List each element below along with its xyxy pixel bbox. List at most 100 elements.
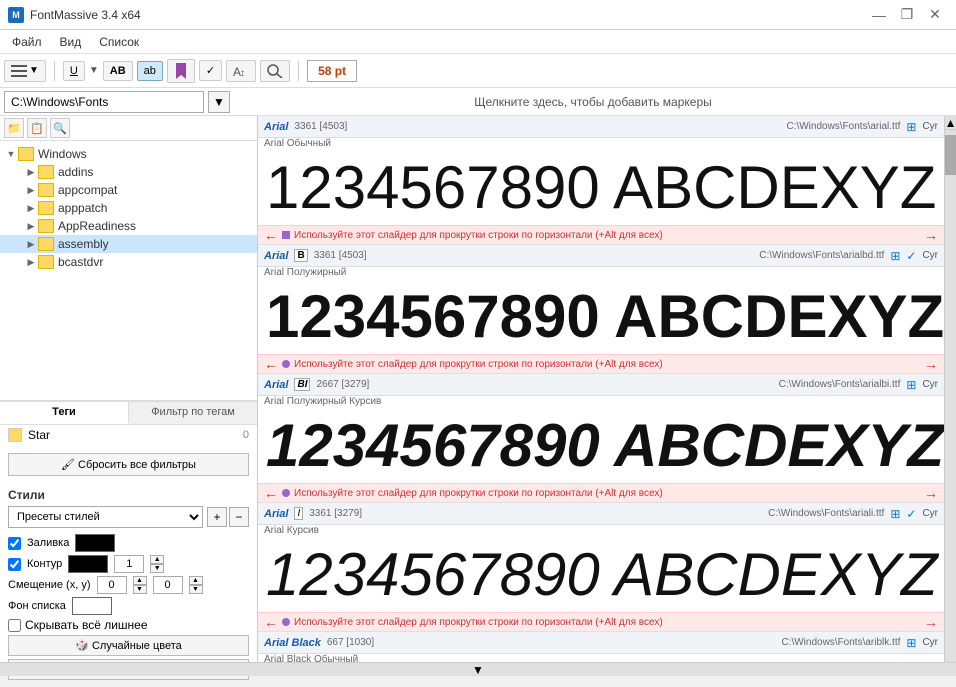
fill-checkbox[interactable] — [8, 537, 21, 550]
toolbar-bookmark-btn[interactable] — [167, 59, 195, 83]
left-panel: 📁 📋 🔍 ▼ Windows ▶ addins ▶ appcompat — [0, 116, 258, 676]
font-badge-arial-bi: BI — [294, 378, 310, 391]
offset-x-up[interactable]: ▲ — [133, 576, 147, 585]
toolbar-ab-lower-btn[interactable]: ab — [137, 61, 163, 81]
slider-arial-italic[interactable]: ← Используйте этот слайдер для прокрутки… — [258, 612, 944, 631]
tree-item-addins[interactable]: ▶ addins — [0, 163, 257, 181]
slider-arial-bi[interactable]: ← Используйте этот слайдер для прокрутки… — [258, 483, 944, 502]
stroke-width-input[interactable] — [114, 555, 144, 573]
tree-expand-assembly[interactable]: ▶ — [24, 237, 38, 251]
tab-filter[interactable]: Фильтр по тегам — [129, 402, 257, 424]
maximize-button[interactable]: ❐ — [894, 5, 920, 25]
font-list[interactable]: Arial 3361 [4503] C:\Windows\Fonts\arial… — [258, 116, 944, 676]
font-count-arial-bold: 3361 [4503] — [314, 250, 367, 261]
hide-label: Скрывать всё лишнее — [25, 618, 148, 632]
offset-y-spinner: ▲ ▼ — [189, 576, 203, 594]
slider-thumb-1[interactable] — [282, 360, 290, 368]
tree-item-appreadiness[interactable]: ▶ AppReadiness — [0, 217, 257, 235]
tree-expand-bcastdvr[interactable]: ▶ — [24, 255, 38, 269]
preset-remove-btn[interactable]: − — [229, 507, 249, 527]
path-dropdown-btn[interactable]: ▼ — [208, 91, 230, 113]
hide-checkbox[interactable] — [8, 619, 21, 632]
check-icon-arial-bold: ✓ — [906, 249, 916, 263]
bg-row: Фон списка — [8, 597, 249, 615]
menu-view[interactable]: Вид — [52, 33, 90, 51]
fill-color-picker[interactable] — [75, 534, 115, 552]
stroke-width-down[interactable]: ▼ — [150, 564, 164, 573]
stroke-row: Контур ▲ ▼ — [8, 555, 249, 573]
star-tag-color — [8, 428, 22, 442]
stroke-checkbox[interactable] — [8, 558, 21, 571]
tree-label-appcompat: appcompat — [58, 183, 117, 197]
offset-x-input[interactable] — [97, 576, 127, 594]
offset-x-down[interactable]: ▼ — [133, 585, 147, 594]
reset-filters-button[interactable]: 🖌 Сбросить все фильтры — [8, 453, 249, 476]
stroke-width-up[interactable]: ▲ — [150, 555, 164, 564]
star-tag-name: Star — [28, 428, 237, 442]
toolbar-menu-btn[interactable]: ▼ — [4, 60, 46, 82]
bg-color-picker[interactable] — [72, 597, 112, 615]
toolbar-font-btn[interactable]: A↕ — [226, 60, 256, 82]
slider-text-2: Используйте этот слайдер для прокрутки с… — [294, 488, 663, 499]
offset-y-input[interactable] — [153, 576, 183, 594]
scroll-down-btn[interactable]: ▼ — [258, 662, 956, 676]
tree-item-windows[interactable]: ▼ Windows — [0, 145, 257, 163]
offset-y-down[interactable]: ▼ — [189, 585, 203, 594]
tree-item-bcastdvr[interactable]: ▶ bcastdvr — [0, 253, 257, 271]
font-preview-arial-normal[interactable]: 1234567890 ABCDEXYZ abc — [258, 151, 944, 225]
tab-tags[interactable]: Теги — [0, 402, 129, 424]
font-list-scrollbar[interactable]: ▲ ▼ — [944, 116, 956, 676]
offset-y-up[interactable]: ▲ — [189, 576, 203, 585]
scroll-thumb[interactable] — [945, 135, 956, 175]
slider-arrow-right-3: → — [924, 614, 938, 630]
preset-select[interactable]: Пресеты стилей — [8, 506, 203, 528]
cyr-label-arial-bi: Сyr — [922, 379, 938, 390]
font-header-arial-bi: Arial BI 2667 [3279] C:\Windows\Fonts\ar… — [258, 374, 944, 396]
font-size-display[interactable]: 58 pt — [307, 60, 357, 82]
header-notice[interactable]: Щелкните здесь, чтобы добавить маркеры — [234, 95, 952, 109]
tree-expand-addins[interactable]: ▶ — [24, 165, 38, 179]
font-preview-arial-italic[interactable]: 1234567890 ABCDEXYZ abc — [258, 538, 944, 612]
slider-arrow-left-3: ← — [264, 614, 278, 630]
tree-icon-3[interactable]: 🔍 — [50, 118, 70, 138]
slider-text-3: Используйте этот слайдер для прокрутки с… — [294, 617, 663, 628]
cyr-label-arial-black: Сyr — [922, 637, 938, 648]
styles-section: Стили Пресеты стилей + − Заливка Контур — [0, 484, 257, 687]
tree-expand-apppatch[interactable]: ▶ — [24, 201, 38, 215]
tree-expand-appreadiness[interactable]: ▶ — [24, 219, 38, 233]
slider-arial-normal[interactable]: ← Используйте этот слайдер для прокрутки… — [258, 225, 944, 244]
slider-thumb-2[interactable] — [282, 489, 290, 497]
toolbar-zoom-btn[interactable] — [260, 60, 290, 82]
minimize-button[interactable]: — — [866, 5, 892, 25]
toolbar-underline-btn[interactable]: U — [63, 61, 85, 81]
preset-add-btn[interactable]: + — [207, 507, 227, 527]
tree-item-apppatch[interactable]: ▶ apppatch — [0, 199, 257, 217]
title-bar: M FontMassive 3.4 x64 — ❐ ✕ — [0, 0, 956, 30]
stroke-label: Контур — [27, 558, 62, 570]
close-button[interactable]: ✕ — [922, 5, 948, 25]
scroll-up-btn[interactable]: ▲ — [945, 116, 956, 130]
win-icon-arial-bi: ⊞ — [906, 378, 916, 392]
tree-item-assembly[interactable]: ▶ assembly — [0, 235, 257, 253]
slider-thumb-3[interactable] — [282, 618, 290, 626]
font-preview-arial-bi[interactable]: 1234567890 ABCDEXYZ abc — [258, 409, 944, 483]
tree-item-appcompat[interactable]: ▶ appcompat — [0, 181, 257, 199]
tree-icon-1[interactable]: 📁 — [4, 118, 24, 138]
toolbar-check-btn[interactable]: ✓ — [199, 60, 222, 81]
font-path-arial-bi: C:\Windows\Fonts\arialbi.ttf — [779, 379, 901, 390]
menu-file[interactable]: Файл — [4, 33, 50, 51]
tree-expand-windows[interactable]: ▼ — [4, 147, 18, 161]
slider-arial-bold[interactable]: ← Используйте этот слайдер для прокрутки… — [258, 354, 944, 373]
random-colors-button[interactable]: 🎲 Случайные цвета — [8, 635, 249, 656]
path-input[interactable] — [4, 91, 204, 113]
slider-thumb-0[interactable] — [282, 231, 290, 239]
file-tree[interactable]: ▼ Windows ▶ addins ▶ appcompat ▶ apppatc… — [0, 141, 257, 401]
toolbar-ab-btn[interactable]: AB — [103, 61, 133, 81]
folder-icon-windows — [18, 147, 34, 161]
font-preview-arial-bold[interactable]: 1234567890 ABCDEXYZ abc — [258, 280, 944, 354]
cyr-label-arial-italic: Сyr — [922, 508, 938, 519]
tree-icon-2[interactable]: 📋 — [27, 118, 47, 138]
menu-list[interactable]: Список — [91, 33, 147, 51]
tree-expand-appcompat[interactable]: ▶ — [24, 183, 38, 197]
stroke-color-picker[interactable] — [68, 555, 108, 573]
